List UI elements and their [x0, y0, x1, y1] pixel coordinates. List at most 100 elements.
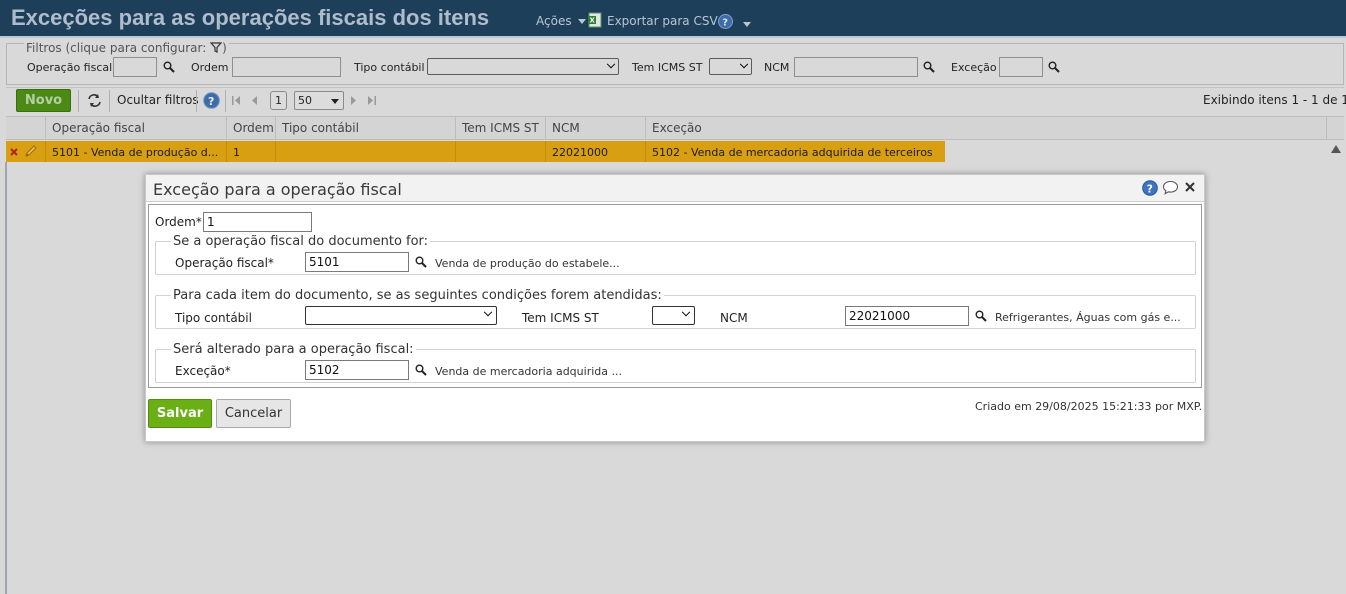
svg-text:?: ?	[208, 95, 214, 108]
toolbar-divider	[196, 90, 197, 112]
column-header-ordem[interactable]: Ordem	[233, 121, 274, 135]
filter-tem-icms-st-select[interactable]	[709, 58, 752, 75]
tem-icms-st-label: Tem ICMS ST	[522, 311, 599, 325]
excecao-description: Venda de mercadoria adquirida ...	[435, 365, 622, 378]
excecao-label: Exceção*	[175, 364, 231, 378]
ncm-input[interactable]: 22021000	[845, 306, 969, 326]
actions-label: Ações	[536, 14, 572, 28]
created-info: Criado em 29/08/2025 15:21:33 por MXP.	[975, 400, 1203, 413]
page-size-select[interactable]: 50	[294, 91, 344, 110]
page-title: Exceções para as operações fiscais dos i…	[11, 5, 490, 30]
chevron-down-icon	[483, 307, 493, 317]
edit-pencil-icon[interactable]	[24, 144, 38, 158]
filter-tem-icms-st-label: Tem ICMS ST	[632, 61, 703, 74]
toolbar-divider	[109, 90, 110, 112]
comment-icon[interactable]	[1162, 180, 1179, 195]
cell-divider	[275, 141, 276, 162]
help-chevron-down-icon[interactable]	[743, 17, 751, 31]
cell-ordem: 1	[233, 146, 240, 159]
filter-tipo-contabil-label: Tipo contábil	[354, 61, 425, 74]
filter-excecao-input[interactable]	[999, 57, 1043, 77]
column-divider	[455, 116, 456, 140]
chevron-down-icon	[578, 19, 587, 24]
chevron-down-icon	[331, 99, 339, 104]
column-divider	[545, 116, 546, 140]
filter-icon[interactable]	[209, 42, 223, 53]
close-icon[interactable]	[1185, 182, 1195, 192]
filters-legend-close: )	[222, 41, 227, 55]
column-header-operacao-fiscal[interactable]: Operação fiscal	[52, 121, 145, 135]
ncm-label: NCM	[720, 311, 748, 325]
page-size-value: 50	[298, 94, 312, 107]
cell-divider	[226, 141, 227, 162]
column-header-excecao[interactable]: Exceção	[652, 121, 702, 135]
operacao-fiscal-group-legend: Se a operação fiscal do documento for:	[171, 234, 431, 249]
search-icon[interactable]	[975, 310, 987, 322]
chevron-down-icon	[681, 307, 691, 317]
search-icon[interactable]	[415, 364, 427, 376]
search-icon[interactable]	[415, 256, 427, 268]
cancel-button[interactable]: Cancelar	[216, 399, 291, 428]
grid-left-border	[5, 162, 7, 594]
filter-operacao-fiscal-label: Operação fiscal	[27, 61, 113, 74]
cell-ncm: 22021000	[552, 146, 608, 159]
cell-divider	[545, 141, 546, 162]
ncm-description: Refrigerantes, Águas com gás e...	[995, 311, 1181, 324]
chevron-down-icon	[739, 59, 749, 69]
help-icon[interactable]: ?	[718, 14, 733, 29]
cell-divider	[45, 141, 46, 162]
delete-icon[interactable]	[10, 148, 18, 156]
column-divider	[45, 116, 46, 140]
filter-tipo-contabil-select[interactable]	[427, 58, 619, 75]
ordem-input[interactable]: 1	[203, 212, 312, 232]
svg-text:?: ?	[722, 18, 728, 29]
first-page-icon[interactable]	[232, 96, 241, 105]
help-icon[interactable]: ?	[203, 92, 220, 109]
save-button[interactable]: Salvar	[148, 399, 212, 428]
refresh-icon[interactable]	[87, 94, 102, 107]
operacao-fiscal-label: Operação fiscal*	[175, 256, 274, 270]
filter-ordem-input[interactable]	[232, 57, 341, 77]
excel-icon: X	[588, 12, 603, 28]
search-icon[interactable]	[1048, 61, 1060, 73]
tem-icms-st-select[interactable]	[652, 306, 695, 325]
help-icon[interactable]: ?	[1142, 180, 1158, 196]
filters-legend-text: Filtros (clique para configurar:	[26, 41, 207, 55]
last-page-icon[interactable]	[367, 96, 376, 105]
filter-ncm-label: NCM	[764, 61, 790, 74]
toolbar-divider	[225, 90, 226, 112]
excecao-input[interactable]: 5102	[305, 360, 409, 380]
chevron-down-icon	[606, 59, 616, 69]
actions-menu[interactable]: Ações	[536, 14, 587, 28]
export-csv-link[interactable]: Exportar para CSV	[607, 14, 718, 28]
operacao-fiscal-input[interactable]: 5101	[305, 252, 409, 272]
search-icon[interactable]	[163, 61, 175, 73]
next-page-icon[interactable]	[350, 96, 357, 105]
filters-legend[interactable]: Filtros (clique para configurar: )	[24, 41, 229, 55]
filter-ordem-label: Ordem	[191, 61, 229, 74]
page-number-input[interactable]: 1	[270, 91, 287, 110]
items-count: Exibindo itens 1 - 1 de 1	[1203, 93, 1346, 107]
column-header-tem-icms-st[interactable]: Tem ICMS ST	[462, 121, 539, 135]
column-divider	[645, 116, 646, 140]
column-divider	[275, 116, 276, 140]
conditions-group-legend: Para cada item do documento, se as segui…	[171, 288, 664, 303]
cell-divider	[455, 141, 456, 162]
cell-operacao-fiscal: 5101 - Venda de produção d...	[52, 146, 219, 159]
filter-excecao-label: Exceção	[951, 61, 997, 74]
column-divider	[226, 116, 227, 140]
filter-operacao-fiscal-input[interactable]	[113, 57, 157, 77]
tipo-contabil-label: Tipo contábil	[175, 311, 252, 325]
prev-page-icon[interactable]	[251, 96, 258, 105]
scroll-up-icon[interactable]	[1331, 145, 1341, 153]
svg-text:?: ?	[1147, 183, 1153, 195]
filter-ncm-input[interactable]	[794, 57, 918, 77]
column-header-tipo-contabil[interactable]: Tipo contábil	[282, 121, 359, 135]
search-icon[interactable]	[923, 61, 935, 73]
tipo-contabil-select[interactable]	[305, 306, 497, 325]
cell-excecao: 5102 - Venda de mercadoria adquirida de …	[652, 146, 933, 159]
novo-button[interactable]: Novo	[16, 89, 71, 112]
svg-text:X: X	[590, 17, 596, 25]
ocultar-filtros-button[interactable]: Ocultar filtros	[117, 93, 199, 107]
column-header-ncm[interactable]: NCM	[552, 121, 580, 135]
